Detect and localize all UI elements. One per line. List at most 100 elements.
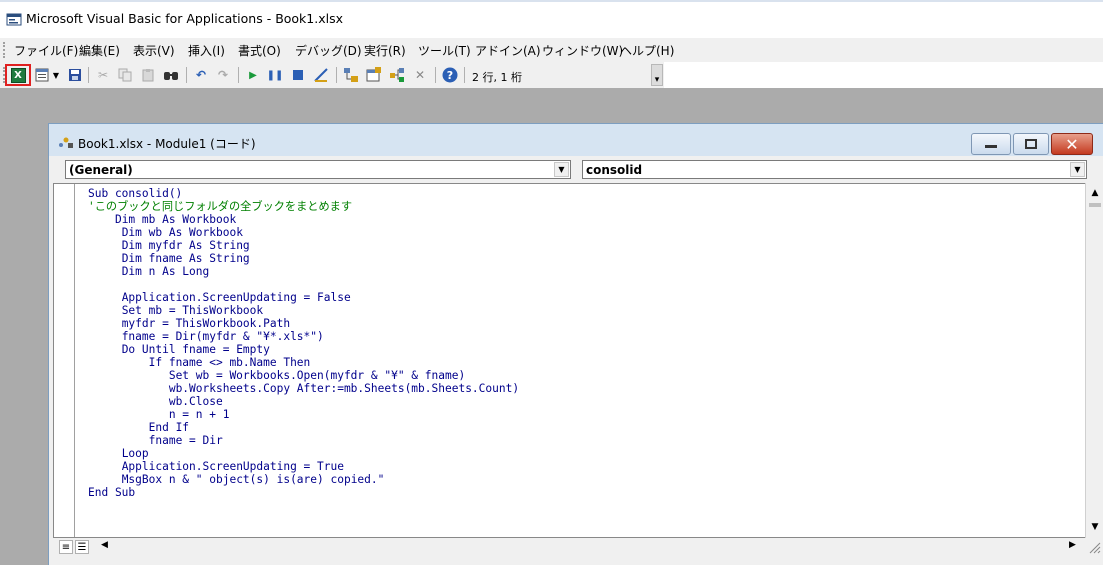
code-line[interactable]: Set mb = ThisWorkbook [88, 304, 519, 317]
code-comment: 'このブックと同じフォルダの全ブックをまとめます [88, 200, 353, 213]
size-grip-icon[interactable] [1087, 540, 1101, 554]
menu-edit[interactable]: 編集(E) [79, 42, 120, 59]
menu-insert[interactable]: 挿入(I) [188, 42, 225, 59]
code-text: Dim mb As Workbook [114, 213, 237, 226]
code-line[interactable]: 'このブックと同じフォルダの全ブックをまとめます [88, 200, 519, 213]
code-window-bottom-bar: ≡ ☰ ◀ ▶ [53, 538, 1103, 556]
code-text: End Sub [88, 486, 136, 499]
menu-view[interactable]: 表示(V) [133, 42, 175, 59]
code-text: Set mb = ThisWorkbook [121, 304, 264, 317]
code-line[interactable]: wb.Worksheets.Copy After:=mb.Sheets(mb.S… [88, 382, 519, 395]
cut-icon[interactable]: ✂ [94, 66, 112, 84]
code-text: Sub consolid() [88, 187, 183, 200]
code-text: MsgBox n & " object(s) is(are) copied." [121, 473, 385, 486]
minimize-icon [985, 145, 997, 148]
code-text: End If [148, 421, 190, 434]
code-line[interactable]: Dim mb As Workbook [88, 213, 519, 226]
code-window-titlebar[interactable]: Book1.xlsx - Module1 (コード) ✕ [49, 124, 1103, 156]
properties-icon[interactable] [365, 66, 383, 84]
code-line[interactable]: fname = Dir [88, 434, 519, 447]
scroll-left-icon[interactable]: ◀ [101, 540, 108, 550]
code-text: Dim n As Long [121, 265, 210, 278]
find-icon[interactable] [162, 66, 180, 84]
full-module-view-icon[interactable]: ☰ [75, 540, 89, 554]
code-line[interactable]: Sub consolid() [88, 187, 519, 200]
code-line[interactable]: Dim fname As String [88, 252, 519, 265]
code-line[interactable]: If fname <> mb.Name Then [88, 356, 519, 369]
menu-bar: ファイル(F) 編集(E) 表示(V) 挿入(I) 書式(O) デバッグ(D) … [0, 38, 1103, 62]
toolbar-options-icon[interactable]: ▾ [651, 64, 663, 86]
code-line[interactable]: Loop [88, 447, 519, 460]
code-text: Application.ScreenUpdating = True [121, 460, 344, 473]
code-text: wb.Worksheets.Copy After:=mb.Sheets(mb.S… [168, 382, 520, 395]
code-line[interactable] [88, 278, 519, 291]
object-combo[interactable]: (General) ▼ [65, 160, 571, 179]
menu-addins[interactable]: アドイン(A) [475, 42, 541, 59]
vba-app-icon [6, 13, 22, 26]
code-text: Set wb = Workbooks.Open(myfdr & "¥" & fn… [168, 369, 466, 382]
code-text: Dim myfdr As String [121, 239, 250, 252]
code-window: Book1.xlsx - Module1 (コード) ✕ (General) ▼… [48, 123, 1103, 565]
design-mode-icon[interactable] [312, 66, 330, 84]
save-icon[interactable] [66, 66, 84, 84]
chevron-down-icon[interactable]: ▼ [1070, 162, 1085, 177]
excel-view-icon[interactable]: X [5, 64, 31, 86]
break-icon[interactable]: ❚❚ [266, 66, 284, 84]
copy-icon[interactable] [116, 66, 134, 84]
code-line[interactable]: n = n + 1 [88, 408, 519, 421]
code-text: Dim fname As String [121, 252, 250, 265]
menu-debug[interactable]: デバッグ(D) [295, 42, 362, 59]
code-line[interactable]: fname = Dir(myfdr & "¥*.xls*") [88, 330, 519, 343]
code-text: myfdr = ThisWorkbook.Path [121, 317, 291, 330]
menu-window[interactable]: ウィンドウ(W) [542, 42, 623, 59]
object-browser-icon[interactable] [388, 66, 406, 84]
code-line[interactable]: Dim myfdr As String [88, 239, 519, 252]
code-line[interactable]: wb.Close [88, 395, 519, 408]
vertical-scrollbar[interactable]: ▲ ▼ [1085, 183, 1103, 538]
close-button[interactable]: ✕ [1051, 133, 1093, 155]
code-line[interactable]: Set wb = Workbooks.Open(myfdr & "¥" & fn… [88, 369, 519, 382]
object-combo-value: (General) [69, 163, 133, 177]
redo-icon[interactable]: ↷ [214, 66, 232, 84]
svg-text:?: ? [447, 69, 453, 82]
code-line[interactable]: Dim n As Long [88, 265, 519, 278]
code-text: Dim wb As Workbook [121, 226, 243, 239]
minimize-button[interactable] [971, 133, 1011, 155]
scroll-up-icon[interactable]: ▲ [1088, 186, 1102, 200]
help-icon[interactable]: ? [441, 66, 459, 84]
code-line[interactable]: End If [88, 421, 519, 434]
code-line[interactable]: MsgBox n & " object(s) is(are) copied." [88, 473, 519, 486]
code-margin-indicator-bar[interactable] [54, 184, 75, 537]
code-text: n = n + 1 [168, 408, 230, 421]
scroll-thumb[interactable] [1089, 203, 1101, 207]
menubar-grip[interactable] [3, 42, 6, 58]
reset-icon[interactable] [289, 66, 307, 84]
scroll-right-icon[interactable]: ▶ [1069, 540, 1076, 550]
insert-module-icon[interactable] [33, 66, 51, 84]
project-explorer-icon[interactable] [342, 66, 360, 84]
menu-tools[interactable]: ツール(T) [418, 42, 471, 59]
paste-icon[interactable] [139, 66, 157, 84]
toolbox-icon[interactable]: ✕ [411, 66, 429, 84]
procedure-combo[interactable]: consolid ▼ [582, 160, 1087, 179]
menu-file[interactable]: ファイル(F) [14, 42, 78, 59]
scroll-down-icon[interactable]: ▼ [1088, 520, 1102, 534]
menu-format[interactable]: 書式(O) [238, 42, 281, 59]
run-icon[interactable]: ▶ [244, 66, 262, 84]
code-editor[interactable]: Sub consolid() 'このブックと同じフォルダの全ブックをまとめます D… [53, 183, 1085, 538]
procedure-view-icon[interactable]: ≡ [59, 540, 73, 554]
menu-run[interactable]: 実行(R) [364, 42, 406, 59]
code-line[interactable]: Application.ScreenUpdating = False [88, 291, 519, 304]
undo-icon[interactable]: ↶ [192, 66, 210, 84]
menu-help[interactable]: ヘルプ(H) [620, 42, 674, 59]
insert-dropdown-icon[interactable]: ▼ [50, 66, 62, 84]
procedure-combo-value: consolid [586, 163, 643, 177]
chevron-down-icon[interactable]: ▼ [554, 162, 569, 177]
code-line[interactable]: myfdr = ThisWorkbook.Path [88, 317, 519, 330]
code-line[interactable]: Do Until fname = Empty [88, 343, 519, 356]
maximize-button[interactable] [1013, 133, 1049, 155]
code-lines: Sub consolid() 'このブックと同じフォルダの全ブックをまとめます D… [88, 187, 519, 499]
code-line[interactable]: End Sub [88, 486, 519, 499]
code-line[interactable]: Dim wb As Workbook [88, 226, 519, 239]
code-line[interactable]: Application.ScreenUpdating = True [88, 460, 519, 473]
